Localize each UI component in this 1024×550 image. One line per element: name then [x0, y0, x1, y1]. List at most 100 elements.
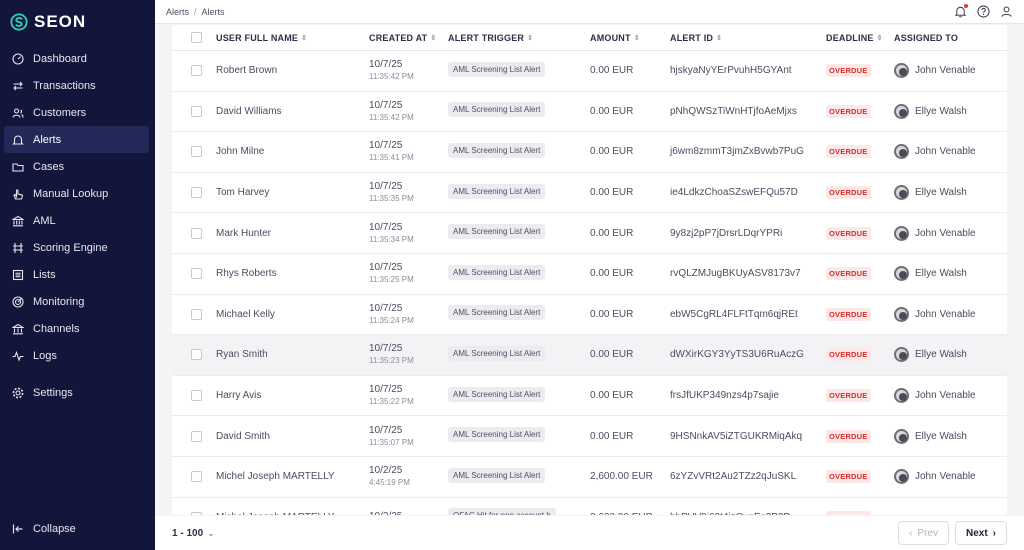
- row-checkbox[interactable]: [191, 390, 202, 402]
- table-row[interactable]: Harry Avis 10/7/25 11:35:22 PM AML Screenin…: [172, 376, 1007, 417]
- user-full-name[interactable]: David Smith: [216, 431, 369, 442]
- bell-icon[interactable]: [953, 4, 968, 19]
- row-checkbox[interactable]: [191, 511, 202, 515]
- table-row[interactable]: Tom Harvey 10/7/25 11:35:35 PM AML Screenin…: [172, 173, 1007, 214]
- assigned-to[interactable]: Ellye Walsh: [894, 266, 1007, 282]
- header-deadline[interactable]: DEADLINE ⇕: [826, 33, 894, 43]
- table-row[interactable]: Michel Joseph MARTELLY10/2/25OFAC Hit fo…: [172, 498, 1007, 515]
- row-checkbox[interactable]: [191, 268, 202, 280]
- assigned-to[interactable]: Ellye Walsh: [894, 347, 1007, 363]
- sort-icon: ⇕: [876, 35, 883, 43]
- chevron-left-icon: ‹: [909, 527, 913, 539]
- row-checkbox[interactable]: [191, 146, 202, 158]
- collapse-item[interactable]: Collapse: [0, 515, 76, 542]
- table-row[interactable]: Michael Kelly 10/7/25 11:35:24 PM AML Scree…: [172, 295, 1007, 336]
- row-checkbox[interactable]: [191, 349, 202, 361]
- amount: 0.00 EUR: [590, 349, 634, 361]
- header-alert-trigger[interactable]: ALERT TRIGGER ⇕: [448, 33, 590, 43]
- header-alert-id[interactable]: ALERT ID ⇕: [670, 33, 826, 43]
- sidebar-item-aml[interactable]: AML: [0, 207, 155, 234]
- sidebar-item-monitoring[interactable]: Monitoring: [0, 288, 155, 315]
- assigned-to[interactable]: Ellye Walsh: [894, 185, 1007, 201]
- table-row[interactable]: Mark Hunter 10/7/25 11:35:34 PM AML Screeni…: [172, 213, 1007, 254]
- breadcrumb-item-alerts-parent[interactable]: Alerts: [166, 7, 189, 17]
- header-amount[interactable]: AMOUNT ⇕: [590, 33, 670, 43]
- table-row[interactable]: David Smith 10/7/25 11:35:07 PM AML Screeni…: [172, 416, 1007, 457]
- deadline-status-badge: OVERDUE: [826, 389, 871, 403]
- avatar: [894, 103, 909, 119]
- sidebar-item-settings[interactable]: Settings: [0, 379, 155, 406]
- user-full-name[interactable]: Rhys Roberts: [216, 268, 369, 279]
- header-label: USER FULL NAME: [216, 32, 299, 43]
- select-all-checkbox[interactable]: [191, 32, 202, 43]
- alert-trigger-badge: OFAC Hit for non account h: [448, 508, 556, 515]
- header-label: ALERT TRIGGER: [448, 32, 525, 43]
- table-row[interactable]: John Milne 10/7/25 11:35:41 PM AML Screenin…: [172, 132, 1007, 173]
- assigned-to[interactable]: Ellye Walsh: [894, 428, 1007, 444]
- user-full-name[interactable]: Michel Joseph MARTELLY: [216, 471, 369, 482]
- help-icon[interactable]: [976, 4, 991, 19]
- assigned-to[interactable]: John Venable: [894, 225, 1007, 241]
- sidebar-item-lists[interactable]: Lists: [0, 261, 155, 288]
- row-checkbox[interactable]: [191, 105, 202, 117]
- row-checkbox[interactable]: [191, 227, 202, 239]
- deadline: OVERDUE: [826, 104, 894, 118]
- row-checkbox[interactable]: [191, 187, 202, 199]
- row-select-cell: [172, 227, 216, 239]
- table-row[interactable]: Ryan Smith 10/7/25 11:35:23 PM AML Screenin…: [172, 335, 1007, 376]
- sidebar-item-transactions[interactable]: Transactions: [0, 72, 155, 99]
- table-row[interactable]: Michel Joseph MARTELLY 10/2/25 4:45:19 PM A…: [172, 457, 1007, 498]
- next-button[interactable]: Next ›: [954, 521, 1007, 545]
- sidebar-item-scoring-engine[interactable]: Scoring Engine: [0, 234, 155, 261]
- notification-dot: [964, 4, 968, 8]
- alert-trigger-badge: AML Screening List Alert: [448, 345, 546, 361]
- user-full-name[interactable]: Tom Harvey: [216, 187, 369, 198]
- amount: 0.00 EUR: [590, 268, 634, 280]
- sidebar-item-logs[interactable]: Logs: [0, 342, 155, 369]
- header-created-at[interactable]: CREATED AT ⇕: [369, 33, 448, 43]
- sidebar-item-alerts[interactable]: Alerts: [4, 126, 149, 153]
- user-full-name[interactable]: Robert Brown: [216, 65, 369, 76]
- user-full-name[interactable]: Michel Joseph MARTELLY: [216, 512, 369, 515]
- assigned-to[interactable]: John Venable: [894, 469, 1007, 485]
- user-icon[interactable]: [999, 4, 1014, 19]
- row-checkbox[interactable]: [191, 430, 202, 442]
- table-row[interactable]: Robert Brown 10/7/25 11:35:42 PM AML Screen…: [172, 51, 1007, 92]
- user-full-name[interactable]: Harry Avis: [216, 390, 369, 401]
- sidebar-item-dashboard[interactable]: Dashboard: [0, 45, 155, 72]
- deadline-status-badge: OVERDUE: [826, 510, 871, 515]
- user-full-name[interactable]: David Williams: [216, 106, 369, 117]
- sidebar-item-channels[interactable]: Channels: [0, 315, 155, 342]
- page-size-select[interactable]: 1 - 100 ⌄: [155, 528, 215, 539]
- row-checkbox[interactable]: [191, 471, 202, 483]
- sidebar-item-label: Alerts: [33, 133, 62, 146]
- user-full-name[interactable]: Ryan Smith: [216, 349, 369, 360]
- assigned-to[interactable]: John Venable: [894, 63, 1007, 79]
- sidebar-item-customers[interactable]: Customers: [0, 99, 155, 126]
- user-full-name[interactable]: Mark Hunter: [216, 228, 369, 239]
- header-user-full-name[interactable]: USER FULL NAME ⇕: [216, 33, 369, 43]
- assigned-to[interactable]: John Venable: [894, 144, 1007, 160]
- sidebar-item-manual-lookup[interactable]: Manual Lookup: [0, 180, 155, 207]
- assigned-to[interactable]: John Venable: [894, 306, 1007, 322]
- collapse-button[interactable]: Collapse: [0, 515, 76, 542]
- sidebar-item-cases[interactable]: Cases: [0, 153, 155, 180]
- app-root: SEON Dashboard Transactions Customers Alert…: [0, 0, 1024, 550]
- sidebar: SEON Dashboard Transactions Customers Alert…: [0, 0, 155, 550]
- table-row[interactable]: Rhys Roberts 10/7/25 11:35:25 PM AML Screen…: [172, 254, 1007, 295]
- user-full-name[interactable]: John Milne: [216, 146, 369, 157]
- deadline-status-badge: OVERDUE: [826, 470, 871, 484]
- table-row[interactable]: David Williams 10/7/25 11:35:42 PM AML Scre…: [172, 92, 1007, 133]
- alert-trigger: AML Screening List Alert: [448, 102, 590, 120]
- assigned-to[interactable]: John Venable: [894, 388, 1007, 404]
- user-full-name[interactable]: Michael Kelly: [216, 309, 369, 320]
- header-assigned-to[interactable]: ASSIGNED TO: [894, 33, 1007, 43]
- alert-id: dWXirKGY3YyTS3U6RuAczG: [670, 349, 804, 361]
- sort-icon: ⇕: [716, 35, 723, 43]
- alert-trigger: AML Screening List Alert: [448, 61, 590, 80]
- row-checkbox[interactable]: [191, 65, 202, 77]
- prev-button[interactable]: ‹ Prev: [898, 521, 949, 545]
- assigned-to[interactable]: Ellye Walsh: [894, 103, 1007, 119]
- brand[interactable]: SEON: [0, 0, 155, 44]
- row-checkbox[interactable]: [191, 308, 202, 320]
